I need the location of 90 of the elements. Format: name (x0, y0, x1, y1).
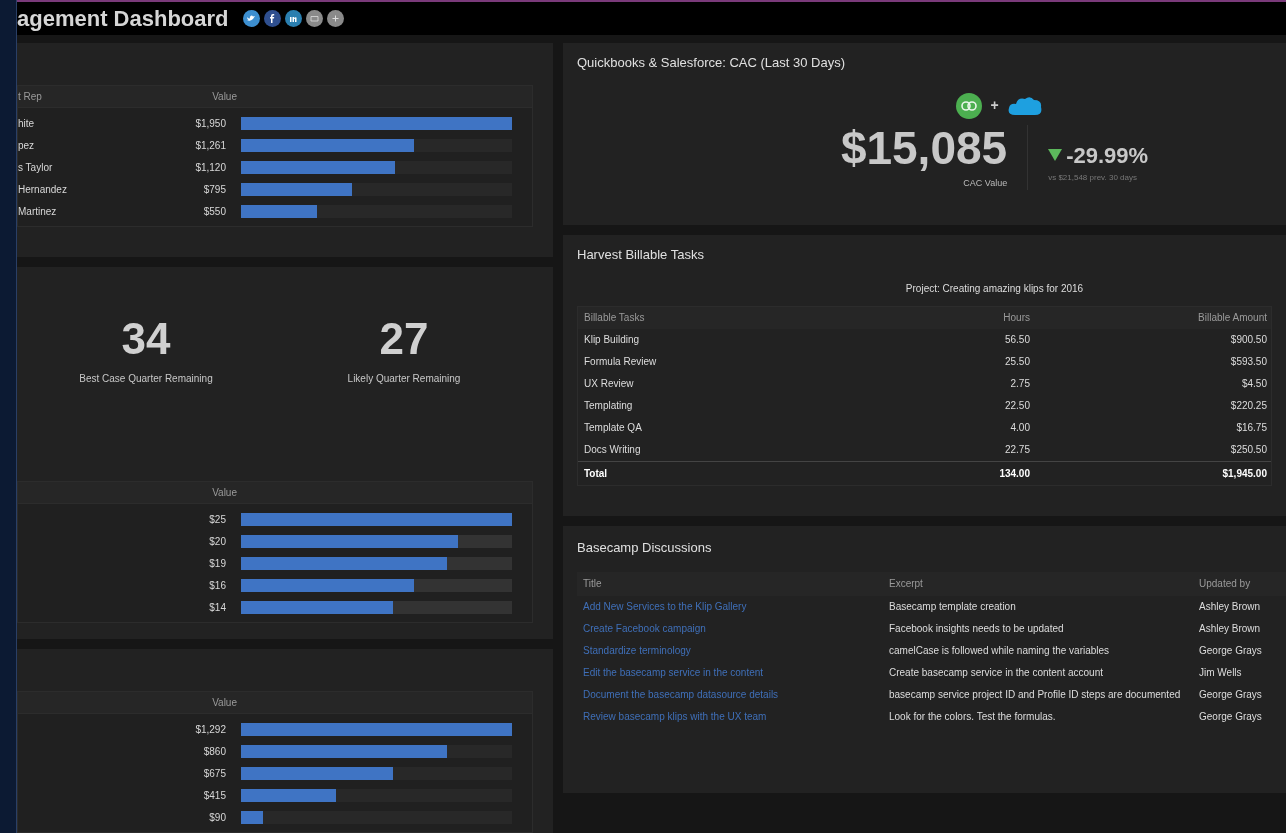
table-cell-text: $16.75 (1235, 421, 1268, 435)
table-cell-text: $16 (208, 578, 227, 593)
facebook-icon[interactable] (263, 10, 281, 27)
panel-title: Harvest Billable Tasks (577, 246, 705, 264)
column-header: Title (582, 577, 603, 591)
table-cell-text: $1,292 (194, 722, 227, 737)
mail-icon[interactable] (305, 10, 323, 27)
panel-title: Quickbooks & Salesforce: CAC (Last 30 Days) (577, 54, 847, 72)
cac-label: CAC Value (963, 176, 1008, 190)
table-cell-text: Basecamp template creation (888, 599, 1017, 614)
table-cell-text: $900.50 (1229, 333, 1268, 347)
table-cell-text: $795 (202, 182, 227, 197)
table-cell-text: $1,261 (194, 138, 227, 153)
table-cell-text: $593.50 (1229, 355, 1268, 369)
table-cell-text: $220.25 (1229, 399, 1268, 413)
column-header: t Rep (18, 90, 43, 104)
table-cell-text: Template QA (583, 421, 643, 435)
table-cell-text: George Grays (1198, 644, 1263, 658)
table-cell-text: George Grays (1198, 688, 1263, 702)
table-cell-text: $1,945.00 (1221, 466, 1268, 481)
metric-label: Likely Quarter Remaining (347, 372, 461, 386)
table-cell-text: $860 (202, 744, 227, 759)
table-cell-text: hite (18, 116, 36, 131)
table-cell-text: basecamp service project ID and Profile ID steps are documented (888, 687, 1182, 702)
table-cell-text: 25.50 (1003, 355, 1031, 369)
comparison-text: vs $21,548 prev. 30 days (1048, 171, 1138, 184)
table-subtitle: Project: Creating amazing klips for 2016 (904, 281, 1085, 296)
metric-value: 34 (121, 317, 171, 361)
table-cell-text: 56.50 (1003, 333, 1031, 347)
table-cell-text: Formula Review (583, 355, 658, 369)
table-cell-text: 22.75 (1003, 443, 1031, 457)
table-cell-text: $1,950 (194, 116, 227, 131)
column-header: Billable Tasks (583, 311, 646, 325)
dashboard-title: agement Dashboard (17, 5, 229, 33)
table-cell-text: George Grays (1198, 710, 1263, 724)
linkedin-icon[interactable] (284, 10, 302, 27)
table-cell-text: Hernandez (18, 182, 68, 197)
table-cell-text: 2.75 (1009, 377, 1031, 391)
table-cell-text: $415 (202, 788, 227, 803)
discussion-link[interactable]: Standardize terminology (577, 643, 883, 658)
table-cell-text: $20 (208, 534, 227, 549)
column-header: Hours (1002, 311, 1031, 325)
table-cell-text: Martinez (18, 204, 58, 219)
table-cell-text: Total (583, 466, 609, 481)
table-cell-text: $550 (202, 204, 227, 219)
table-cell-text: $4.50 (1240, 377, 1268, 391)
discussion-link[interactable]: Edit the basecamp service in the content (577, 665, 883, 680)
table-cell-text: Look for the colors. Test the formulas. (888, 709, 1057, 724)
table-cell-text: $1,120 (194, 160, 227, 175)
discussion-link[interactable]: Review basecamp klips with the UX team (577, 709, 883, 724)
table-cell-text: Jim Wells (1198, 666, 1243, 680)
cac-value: $15,085 (840, 124, 1008, 171)
discussion-link[interactable]: Document the basecamp datasource details (577, 687, 883, 702)
table-cell-text: $25 (208, 512, 227, 527)
column-header: Billable Amount (1197, 311, 1268, 325)
discussion-link[interactable]: Create Facebook campaign (577, 621, 883, 636)
table-cell-text: 134.00 (998, 466, 1031, 481)
table-cell-text: s Taylor (18, 160, 54, 175)
metric-value: 27 (379, 317, 429, 361)
twitter-icon[interactable] (242, 10, 260, 27)
table-cell-text: $19 (208, 556, 227, 571)
discussion-link[interactable]: Add New Services to the Klip Gallery (577, 599, 883, 614)
cloud-logo-icon (1006, 94, 1043, 117)
metric-label: Best Case Quarter Remaining (79, 372, 213, 386)
table-cell-text: $675 (202, 766, 227, 781)
table-cell-text: Ashley Brown (1198, 600, 1262, 614)
panel-title: Basecamp Discussions (577, 539, 713, 557)
column-header: Updated by (1198, 577, 1252, 591)
column-header: Excerpt (888, 577, 924, 591)
plus-sign: + (990, 96, 999, 115)
table-cell-text: Ashley Brown (1198, 622, 1262, 636)
table-cell-text: Facebook insights needs to be updated (888, 621, 1065, 636)
table-cell-text: $90 (208, 810, 227, 825)
table-cell-text: pez (18, 138, 36, 153)
table-cell-text: Klip Building (583, 333, 641, 347)
quickbooks-logo-icon (956, 92, 983, 119)
table-cell-text: 22.50 (1003, 399, 1031, 413)
table-cell-text: $250.50 (1229, 443, 1268, 457)
column-header: Value (211, 486, 238, 500)
change-percent: -29.99% (1066, 141, 1149, 170)
table-cell-text: camelCase is followed while naming the variables (888, 643, 1111, 658)
table-cell-text: $14 (208, 600, 227, 615)
table-cell-text: UX Review (583, 377, 635, 391)
table-cell-text: Docs Writing (583, 443, 642, 457)
table-cell-text: Create basecamp service in the content account (888, 665, 1104, 680)
column-header: Value (211, 696, 238, 710)
table-cell-text: 4.00 (1009, 421, 1031, 435)
more-icon[interactable] (326, 10, 344, 27)
table-cell-text: Templating (583, 399, 634, 413)
column-header: Value (211, 90, 238, 104)
